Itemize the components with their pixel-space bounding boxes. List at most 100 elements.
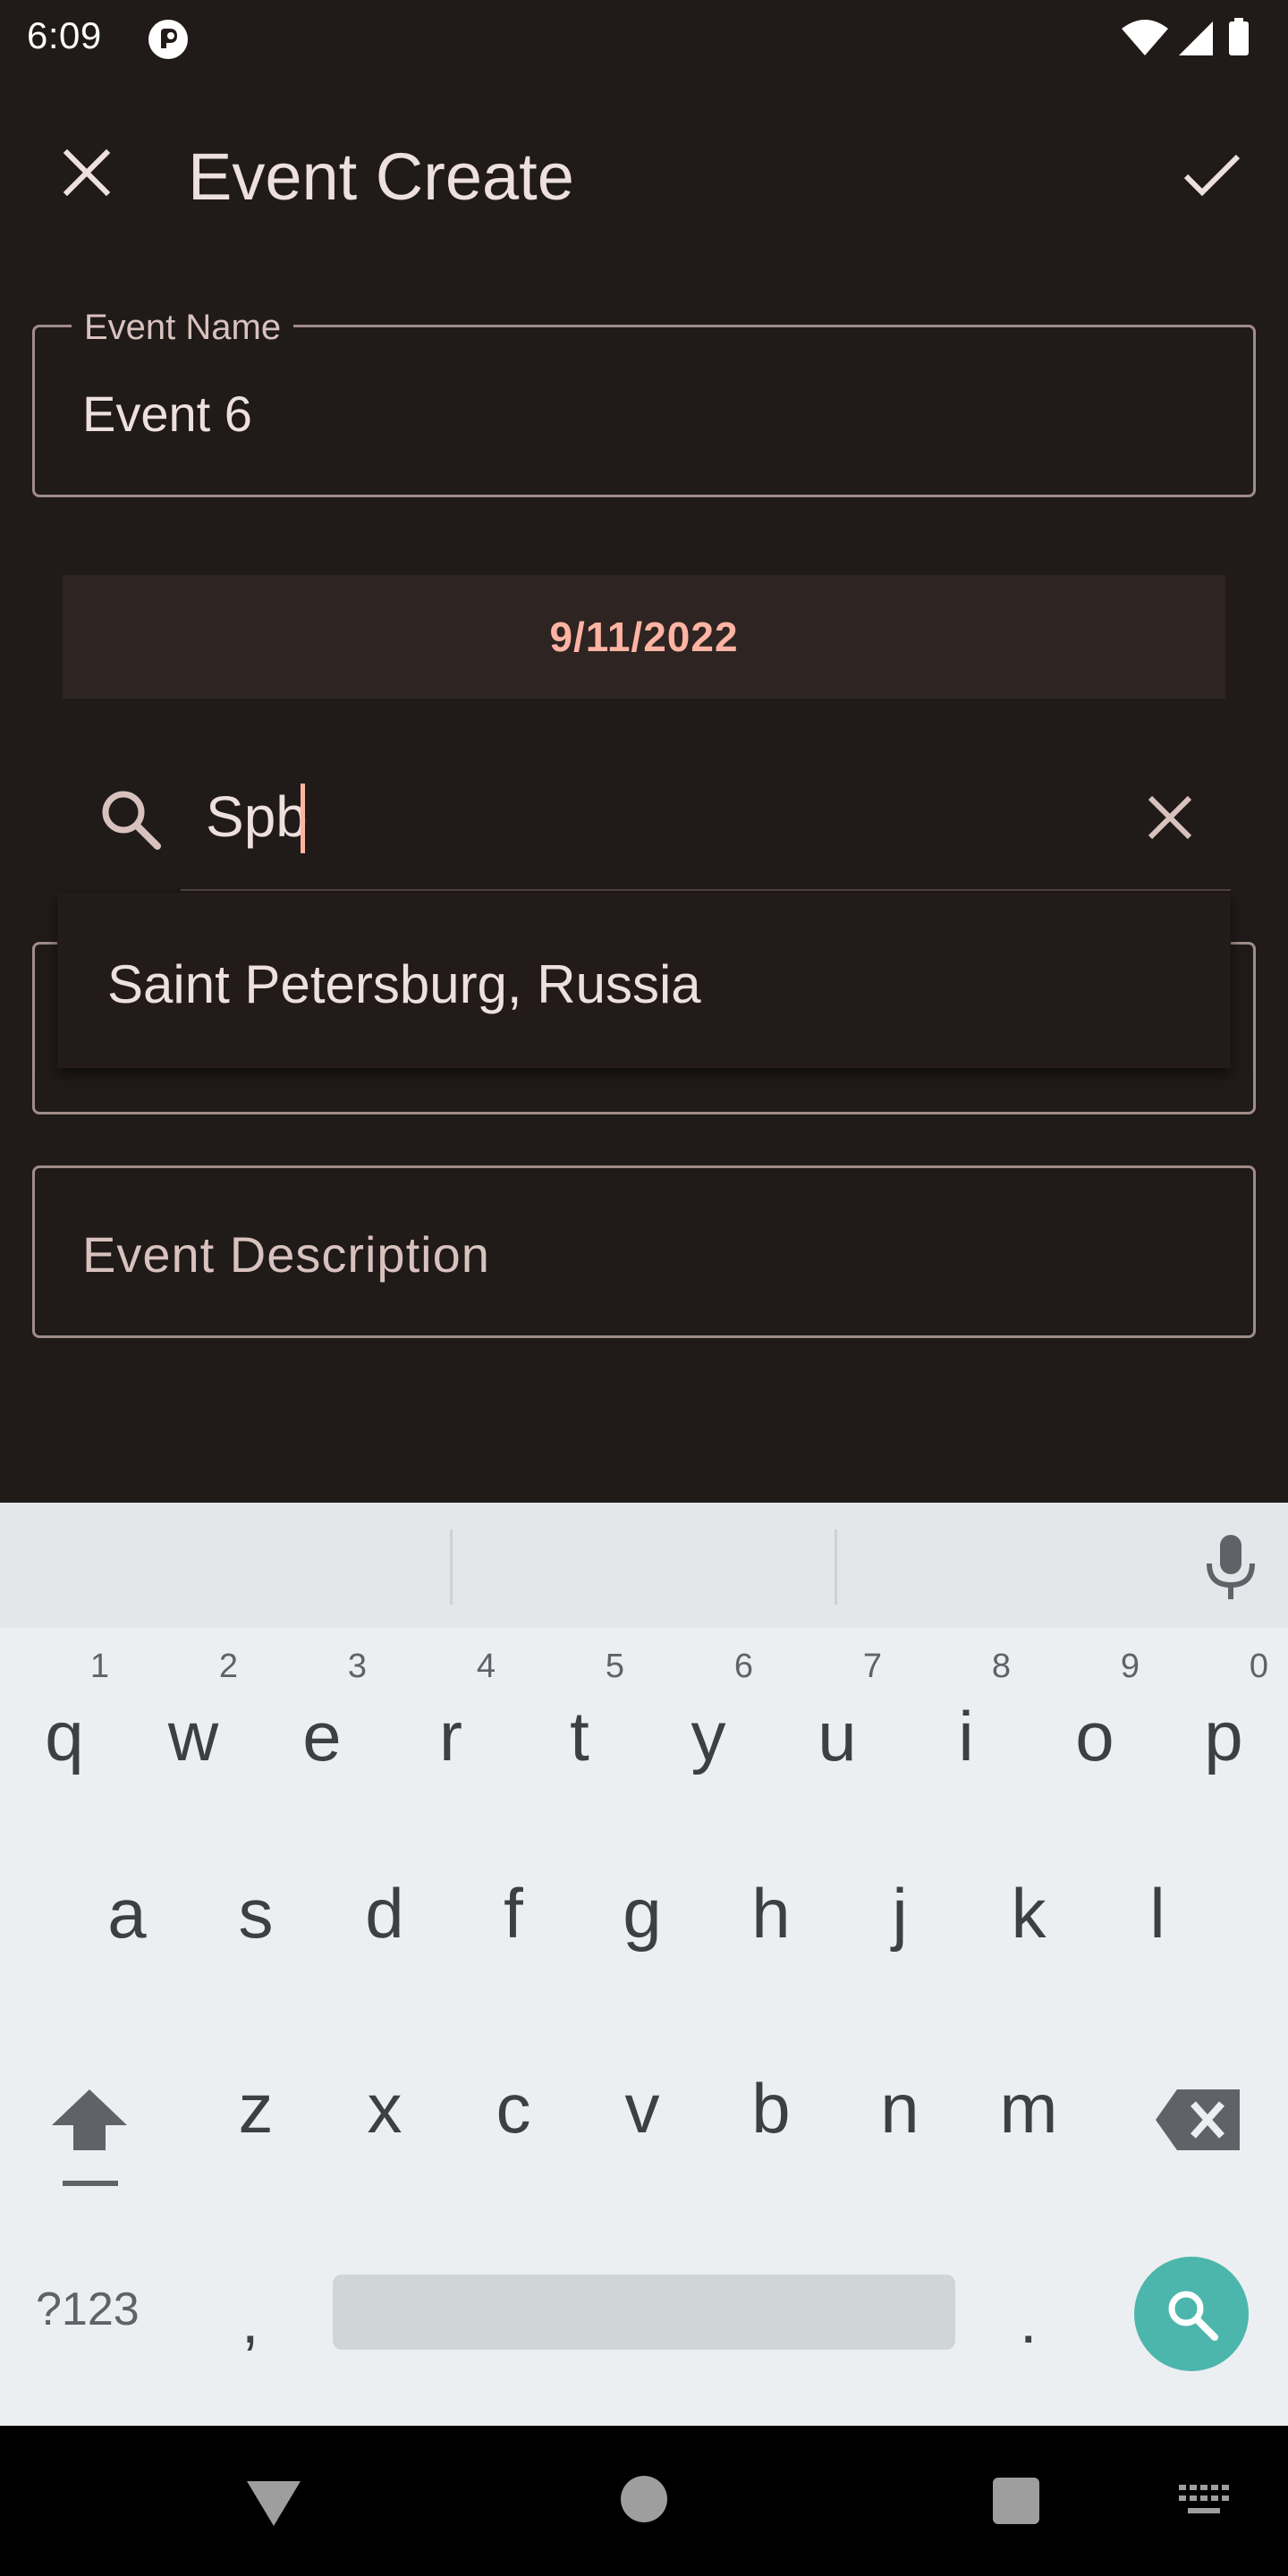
search-action-key[interactable] <box>1134 2257 1249 2371</box>
close-button[interactable] <box>47 132 127 213</box>
search-underline <box>181 889 1231 891</box>
key-label: j <box>892 1874 908 1953</box>
period-key[interactable]: . <box>1020 2285 1037 2357</box>
key-label: a <box>107 1874 147 1953</box>
key-z[interactable]: z <box>193 2020 318 2181</box>
event-name-value: Event 6 <box>82 386 252 442</box>
keyboard-suggestion-strip <box>0 1503 1288 1628</box>
backspace-icon <box>1156 2089 1240 2150</box>
key-q[interactable]: 1q <box>2 1648 127 1809</box>
key-hint-number: 9 <box>1120 1648 1140 1685</box>
key-hint-number: 4 <box>476 1648 496 1685</box>
key-t[interactable]: 5t <box>517 1648 642 1809</box>
key-i[interactable]: 8i <box>903 1648 1029 1809</box>
key-label: m <box>999 2069 1058 2148</box>
text-cursor <box>301 784 305 853</box>
key-y[interactable]: 6y <box>646 1648 771 1809</box>
strip-divider <box>450 1530 453 1605</box>
status-icons <box>1122 18 1249 55</box>
search-icon <box>1168 2291 1218 2341</box>
home-icon[interactable] <box>621 2476 667 2522</box>
key-f[interactable]: f <box>451 1825 576 1986</box>
comma-key[interactable]: , <box>242 2285 258 2357</box>
key-label: b <box>751 2069 791 2148</box>
battery-icon <box>1229 21 1249 55</box>
key-hint-number: 5 <box>605 1648 624 1685</box>
key-label: x <box>367 2069 402 2148</box>
key-hint-number: 8 <box>991 1648 1011 1685</box>
key-label: f <box>504 1874 523 1953</box>
event-description-placeholder: Event Description <box>82 1226 490 1283</box>
key-hint-number: 6 <box>733 1648 753 1685</box>
space-key[interactable] <box>333 2275 955 2350</box>
wifi-icon <box>1122 20 1168 55</box>
key-g[interactable]: g <box>580 1825 705 1986</box>
key-label: o <box>1075 1697 1114 1775</box>
backspace-key[interactable] <box>1154 2084 1243 2156</box>
key-label: k <box>1011 1874 1046 1953</box>
key-b[interactable]: b <box>708 2020 834 2181</box>
status-time: 6:09 <box>27 14 102 56</box>
key-n[interactable]: n <box>837 2020 962 2181</box>
key-label: g <box>623 1874 662 1953</box>
check-icon <box>1183 154 1241 197</box>
key-d[interactable]: d <box>322 1825 447 1986</box>
back-icon[interactable] <box>242 2470 306 2535</box>
key-u[interactable]: 7u <box>775 1648 900 1809</box>
key-p[interactable]: 0p <box>1161 1648 1286 1809</box>
location-search-input[interactable]: Spb <box>206 784 308 850</box>
key-hint-number: 1 <box>89 1648 109 1685</box>
keyboard-switch-icon[interactable] <box>1177 2483 1231 2519</box>
key-label: w <box>167 1697 219 1775</box>
key-r[interactable]: 4r <box>388 1648 513 1809</box>
app-notification-icon <box>148 20 188 59</box>
key-label: c <box>496 2069 531 2148</box>
event-name-label: Event Name <box>72 308 294 348</box>
key-label: t <box>570 1697 589 1775</box>
key-label: y <box>691 1697 726 1775</box>
key-c[interactable]: c <box>451 2020 576 2181</box>
search-icon <box>102 791 161 850</box>
key-hint-number: 3 <box>347 1648 367 1685</box>
mic-icon[interactable] <box>1199 1531 1263 1603</box>
save-button[interactable] <box>1172 134 1252 215</box>
key-l[interactable]: l <box>1095 1825 1220 1986</box>
signal-icon <box>1179 21 1213 55</box>
key-e[interactable]: 3e <box>259 1648 385 1809</box>
key-label: r <box>439 1697 462 1775</box>
key-m[interactable]: m <box>966 2020 1091 2181</box>
key-x[interactable]: x <box>322 2020 447 2181</box>
key-a[interactable]: a <box>64 1825 190 1986</box>
strip-divider <box>835 1530 837 1605</box>
key-label: q <box>45 1697 84 1775</box>
key-hint-number: 2 <box>218 1648 238 1685</box>
status-bar: 6:09 <box>0 0 1288 75</box>
shift-icon <box>52 2089 127 2150</box>
key-label: l <box>1149 1874 1165 1953</box>
key-h[interactable]: h <box>708 1825 834 1986</box>
key-label: u <box>818 1697 857 1775</box>
key-j[interactable]: j <box>837 1825 962 1986</box>
key-w[interactable]: 2w <box>131 1648 256 1809</box>
recents-icon[interactable] <box>993 2478 1039 2524</box>
key-label: d <box>365 1874 404 1953</box>
shift-key[interactable] <box>45 2075 134 2200</box>
suggestion-item[interactable]: Saint Petersburg, Russia <box>107 953 701 1015</box>
key-label: s <box>238 1874 274 1953</box>
key-label: n <box>880 2069 919 2148</box>
page-title: Event Create <box>188 140 574 214</box>
date-button[interactable]: 9/11/2022 <box>63 575 1225 699</box>
clear-icon <box>1148 795 1192 840</box>
key-hint-number: 0 <box>1249 1648 1268 1685</box>
key-label: e <box>302 1697 342 1775</box>
key-v[interactable]: v <box>580 2020 705 2181</box>
close-icon <box>63 148 111 197</box>
key-hint-number: 7 <box>862 1648 882 1685</box>
key-s[interactable]: s <box>193 1825 318 1986</box>
key-k[interactable]: k <box>966 1825 1091 1986</box>
clear-search-button[interactable] <box>1132 780 1208 855</box>
key-o[interactable]: 9o <box>1032 1648 1157 1809</box>
symbols-key[interactable]: ?123 <box>36 2283 140 2336</box>
key-label: z <box>238 2069 274 2148</box>
key-label: i <box>958 1697 974 1775</box>
